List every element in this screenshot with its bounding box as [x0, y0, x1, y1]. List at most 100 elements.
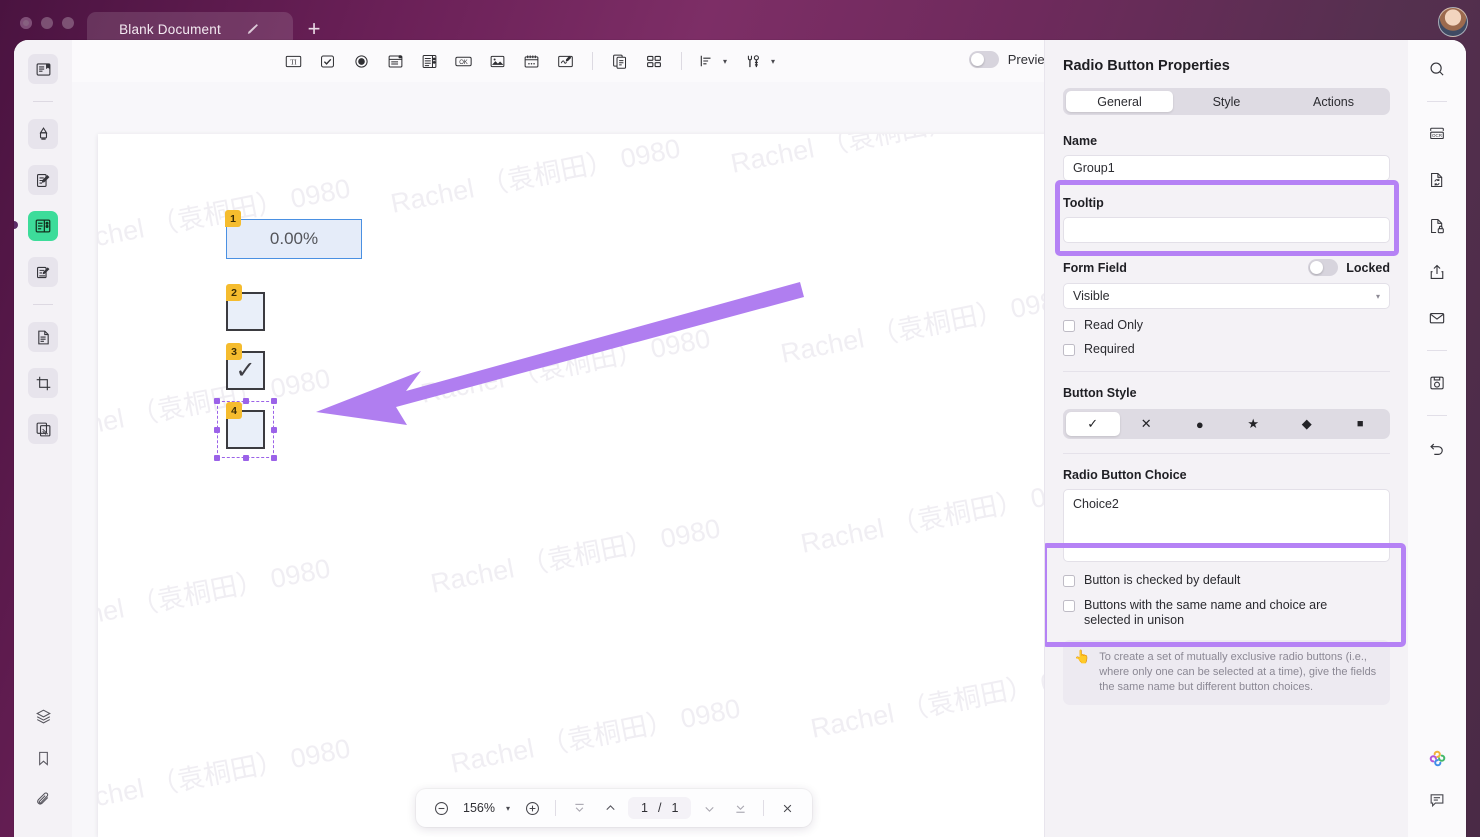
sidebar-item-page[interactable]	[28, 322, 58, 352]
unison-checkbox[interactable]	[1063, 600, 1075, 612]
field-badge: 1	[225, 210, 241, 227]
minimize-window-button[interactable]	[41, 17, 53, 29]
checked-default-row[interactable]: Button is checked by default	[1063, 573, 1390, 588]
sidebar-item-form[interactable]	[28, 211, 58, 241]
align-tool[interactable]	[693, 47, 719, 75]
image-field-tool[interactable]	[481, 47, 513, 75]
right-rail-divider-1	[1427, 101, 1447, 102]
maximize-window-button[interactable]	[62, 17, 74, 29]
resize-handle-ne[interactable]	[271, 398, 277, 404]
checked-default-checkbox[interactable]	[1063, 575, 1075, 587]
document-canvas[interactable]: Rachel （袁桐田） 0980 Rachel （袁桐田） 0980 Rach…	[72, 82, 1072, 837]
preview-toggle[interactable]	[968, 51, 999, 68]
tab-style[interactable]: Style	[1173, 91, 1280, 112]
sidebar-item-crop[interactable]	[28, 368, 58, 398]
resize-handle-w[interactable]	[214, 426, 220, 433]
locked-group[interactable]: Locked	[1308, 259, 1390, 276]
prev-page-button[interactable]	[597, 795, 623, 821]
resize-handle-e[interactable]	[271, 426, 277, 433]
required-checkbox[interactable]	[1063, 344, 1075, 356]
signature-field-tool[interactable]	[549, 47, 581, 75]
tooltip-section: Tooltip	[1045, 196, 1408, 243]
document-page[interactable]: Rachel （袁桐田） 0980 Rachel （袁桐田） 0980 Rach…	[98, 134, 1055, 837]
unison-label: Buttons with the same name and choice ar…	[1084, 598, 1328, 627]
combo-box-tool[interactable]	[379, 47, 411, 75]
style-check[interactable]: ✓	[1066, 412, 1120, 436]
last-page-button[interactable]	[727, 795, 753, 821]
zoom-caret-icon[interactable]: ▾	[506, 804, 510, 813]
radio-choice-textarea[interactable]: Choice2	[1063, 489, 1390, 562]
sidebar-item-highlight[interactable]	[28, 119, 58, 149]
locked-toggle[interactable]	[1308, 259, 1339, 276]
first-page-button[interactable]	[566, 795, 592, 821]
style-circle[interactable]: ●	[1173, 412, 1227, 436]
undo-button[interactable]	[1422, 433, 1452, 463]
checkbox-field-2[interactable]: 2	[226, 284, 265, 331]
close-navbar-button[interactable]	[774, 795, 800, 821]
protect-button[interactable]	[1422, 211, 1452, 241]
save-snapshot-button[interactable]	[1422, 368, 1452, 398]
email-button[interactable]	[1422, 303, 1452, 333]
toolbar-divider-2	[681, 52, 682, 70]
comments-button[interactable]	[1422, 785, 1452, 815]
sidebar-item-compare[interactable]	[28, 414, 58, 444]
zoom-level-value[interactable]: 156%	[459, 801, 499, 815]
unison-row[interactable]: Buttons with the same name and choice ar…	[1063, 598, 1390, 628]
page-number-input[interactable]: 1 / 1	[628, 797, 692, 819]
read-only-checkbox[interactable]	[1063, 320, 1075, 332]
form-settings-caret-icon[interactable]: ▾	[771, 57, 775, 66]
tooltip-input[interactable]	[1063, 217, 1390, 243]
duplicate-page-tool[interactable]	[604, 47, 636, 75]
watermark: Rachel （袁桐田） 0980	[388, 134, 683, 219]
name-input[interactable]: Group1	[1063, 155, 1390, 181]
style-cross[interactable]: ✕	[1120, 412, 1174, 436]
push-button-tool[interactable]: OK	[447, 47, 479, 75]
text-field-1[interactable]: 1 0.00%	[225, 210, 362, 259]
user-avatar[interactable]	[1438, 7, 1468, 37]
ai-assistant-button[interactable]	[1422, 743, 1452, 773]
resize-handle-sw[interactable]	[214, 455, 220, 461]
form-settings-tool[interactable]	[739, 47, 767, 75]
style-square[interactable]: ■	[1334, 412, 1388, 436]
resize-handle-nw[interactable]	[214, 398, 220, 404]
date-field-tool[interactable]	[515, 47, 547, 75]
field-badge: 4	[226, 402, 242, 419]
convert-button[interactable]	[1422, 165, 1452, 195]
text-field-value: 0.00%	[269, 229, 319, 248]
window-controls[interactable]	[20, 17, 74, 29]
close-window-button[interactable]	[20, 17, 32, 29]
resize-handle-se[interactable]	[271, 455, 277, 461]
right-sidebar-bottom	[1408, 743, 1466, 827]
preview-toggle-group[interactable]: Preview	[968, 51, 1054, 68]
sidebar-item-reader[interactable]	[28, 54, 58, 84]
zoom-in-button[interactable]	[519, 795, 545, 821]
read-only-row[interactable]: Read Only	[1063, 318, 1390, 333]
ocr-button[interactable]: OCR	[1422, 119, 1452, 149]
radio-button-tool[interactable]	[345, 47, 377, 75]
resize-handle-s[interactable]	[242, 455, 249, 461]
zoom-out-button[interactable]	[428, 795, 454, 821]
list-box-tool[interactable]	[413, 47, 445, 75]
share-button[interactable]	[1422, 257, 1452, 287]
align-caret-icon[interactable]: ▾	[723, 57, 727, 66]
sidebar-item-layers[interactable]	[28, 701, 58, 731]
text-field-tool[interactable]: TI	[277, 47, 309, 75]
checkbox-tool[interactable]	[311, 47, 343, 75]
grid-layout-tool[interactable]	[638, 47, 670, 75]
sidebar-item-edit[interactable]	[28, 165, 58, 195]
style-diamond[interactable]: ◆	[1280, 412, 1334, 436]
checkbox-field-3[interactable]: 3 ✓	[226, 343, 265, 390]
sidebar-item-sign[interactable]	[28, 257, 58, 287]
tab-actions[interactable]: Actions	[1280, 91, 1387, 112]
required-row[interactable]: Required	[1063, 342, 1390, 357]
resize-handle-n[interactable]	[242, 398, 249, 404]
pencil-icon[interactable]	[245, 21, 261, 37]
active-indicator-pip	[14, 221, 18, 229]
style-star[interactable]: ★	[1227, 412, 1281, 436]
sidebar-item-attachments[interactable]	[28, 785, 58, 815]
tab-general[interactable]: General	[1066, 91, 1173, 112]
visibility-select[interactable]: Visible ▾	[1063, 283, 1390, 309]
sidebar-item-bookmarks[interactable]	[28, 743, 58, 773]
search-button[interactable]	[1422, 54, 1452, 84]
next-page-button[interactable]	[696, 795, 722, 821]
